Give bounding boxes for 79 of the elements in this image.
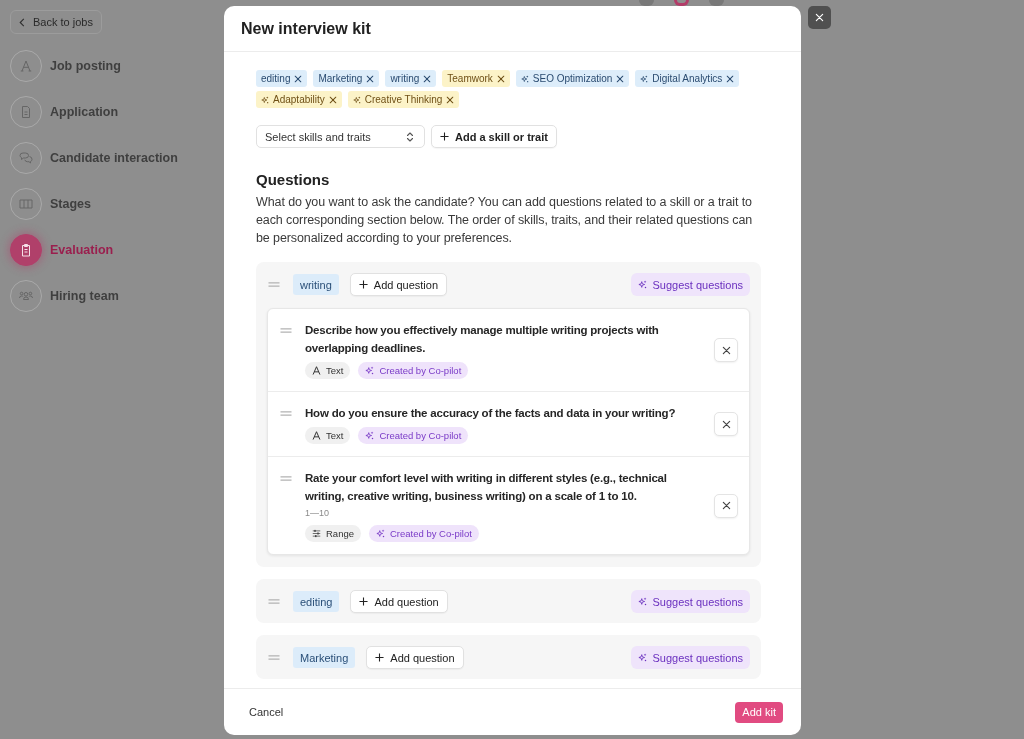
- plus-icon: [375, 653, 385, 662]
- modal-title: New interview kit: [241, 19, 371, 38]
- sparkle-icon: [638, 597, 648, 606]
- close-icon: [616, 74, 625, 83]
- add-kit-button[interactable]: Add kit: [735, 701, 783, 723]
- close-icon: [366, 74, 375, 83]
- remove-question-button[interactable]: [714, 338, 738, 362]
- add-skill-button[interactable]: Add a skill or trait: [431, 125, 557, 148]
- skill-tag: editing: [293, 591, 340, 612]
- question-text: How do you ensure the accuracy of the facts and data in your writing?: [305, 406, 676, 421]
- copilot-label: Created by Co-pilot: [379, 430, 462, 441]
- skill-tag: Marketing: [293, 647, 356, 668]
- sparkle-icon: [638, 280, 648, 289]
- tag-label: Digital Analytics: [652, 73, 723, 84]
- step-item[interactable]: Candidate interaction: [10, 142, 178, 174]
- close-icon: [294, 74, 303, 83]
- close-icon: [446, 95, 455, 104]
- tag-label: Marketing: [318, 73, 363, 84]
- close-icon: [328, 95, 337, 104]
- clipboard-icon: [10, 234, 42, 266]
- close-icon: [496, 74, 505, 83]
- add-question-button[interactable]: Add question: [350, 590, 448, 613]
- question-text: Describe how you effectively manage multiple writing projects with overlapping deadlines.: [305, 323, 660, 356]
- add-question-button[interactable]: Add question: [366, 646, 464, 669]
- section-description: What do you want to ask the candidate? You can add questions related to a skill or a trait to each corresponding section below. The order of skills, traits, and their related questions can be personalized according to your preferences.: [256, 194, 754, 247]
- close-icon: [815, 13, 824, 22]
- copilot-label: Created by Co-pilot: [390, 528, 472, 539]
- suggest-questions-button[interactable]: Suggest questions: [631, 590, 750, 613]
- tag-label: writing: [390, 73, 420, 84]
- skill-select[interactable]: Select skills and traits: [256, 125, 425, 148]
- drag-handle-icon[interactable]: [268, 599, 280, 604]
- sparkle-icon: [261, 95, 269, 104]
- section-heading: Questions: [256, 171, 331, 189]
- answer-type-label: Text: [326, 365, 344, 376]
- drag-handle-icon[interactable]: [280, 476, 292, 481]
- chevron-up-down-icon: [406, 130, 414, 143]
- tag-label: Adaptability: [273, 94, 325, 105]
- sparkle-icon: [365, 366, 375, 375]
- sparkle-icon: [376, 529, 385, 538]
- step-item[interactable]: Stages: [10, 188, 91, 220]
- skill-tag: writing: [293, 274, 339, 295]
- remove-question-button[interactable]: [714, 412, 738, 436]
- close-icon: [726, 74, 735, 83]
- sparkle-icon: [365, 431, 375, 440]
- answer-type-label: Text: [326, 430, 344, 441]
- sliders-icon: [312, 529, 321, 538]
- range-scale: 1—10: [305, 507, 330, 520]
- close-icon: [423, 74, 432, 83]
- copilot-label: Created by Co-pilot: [379, 365, 462, 376]
- drag-handle-icon[interactable]: [280, 328, 292, 333]
- sparkle-icon: [638, 653, 648, 662]
- answer-type-label: Range: [326, 528, 354, 539]
- plus-icon: [440, 132, 449, 141]
- tag-label: Teamwork: [447, 73, 493, 84]
- sparkle-icon: [640, 74, 649, 83]
- close-icon: [721, 501, 731, 510]
- suggest-questions-button[interactable]: Suggest questions: [631, 273, 750, 296]
- letter-icon: [312, 431, 321, 440]
- drag-handle-icon[interactable]: [268, 282, 280, 287]
- cancel-button[interactable]: Cancel: [249, 706, 284, 718]
- sparkle-icon: [352, 95, 361, 104]
- close-icon: [721, 345, 731, 355]
- tag-label: SEO Optimization: [532, 73, 613, 84]
- back-button[interactable]: Back to jobs: [10, 10, 102, 34]
- suggest-questions-button[interactable]: Suggest questions: [631, 646, 750, 669]
- close-icon: [721, 419, 731, 429]
- drag-handle-icon[interactable]: [268, 655, 280, 660]
- plus-icon: [358, 280, 368, 289]
- plus-icon: [359, 597, 369, 606]
- tag-label: editing: [261, 73, 291, 84]
- question-text: Rate your comfort level with writing in different styles (e.g., technical writing, creative writing, business writing) on a scale of 1 to 10.: [305, 471, 668, 504]
- remove-question-button[interactable]: [714, 493, 738, 518]
- drag-handle-icon[interactable]: [280, 411, 292, 416]
- tag-label: Creative Thinking: [364, 94, 443, 105]
- add-question-button[interactable]: Add question: [349, 273, 447, 296]
- sparkle-icon: [520, 74, 529, 83]
- chevron-left-icon: [19, 17, 25, 27]
- close-button[interactable]: [808, 6, 831, 29]
- letter-icon: [312, 366, 321, 375]
